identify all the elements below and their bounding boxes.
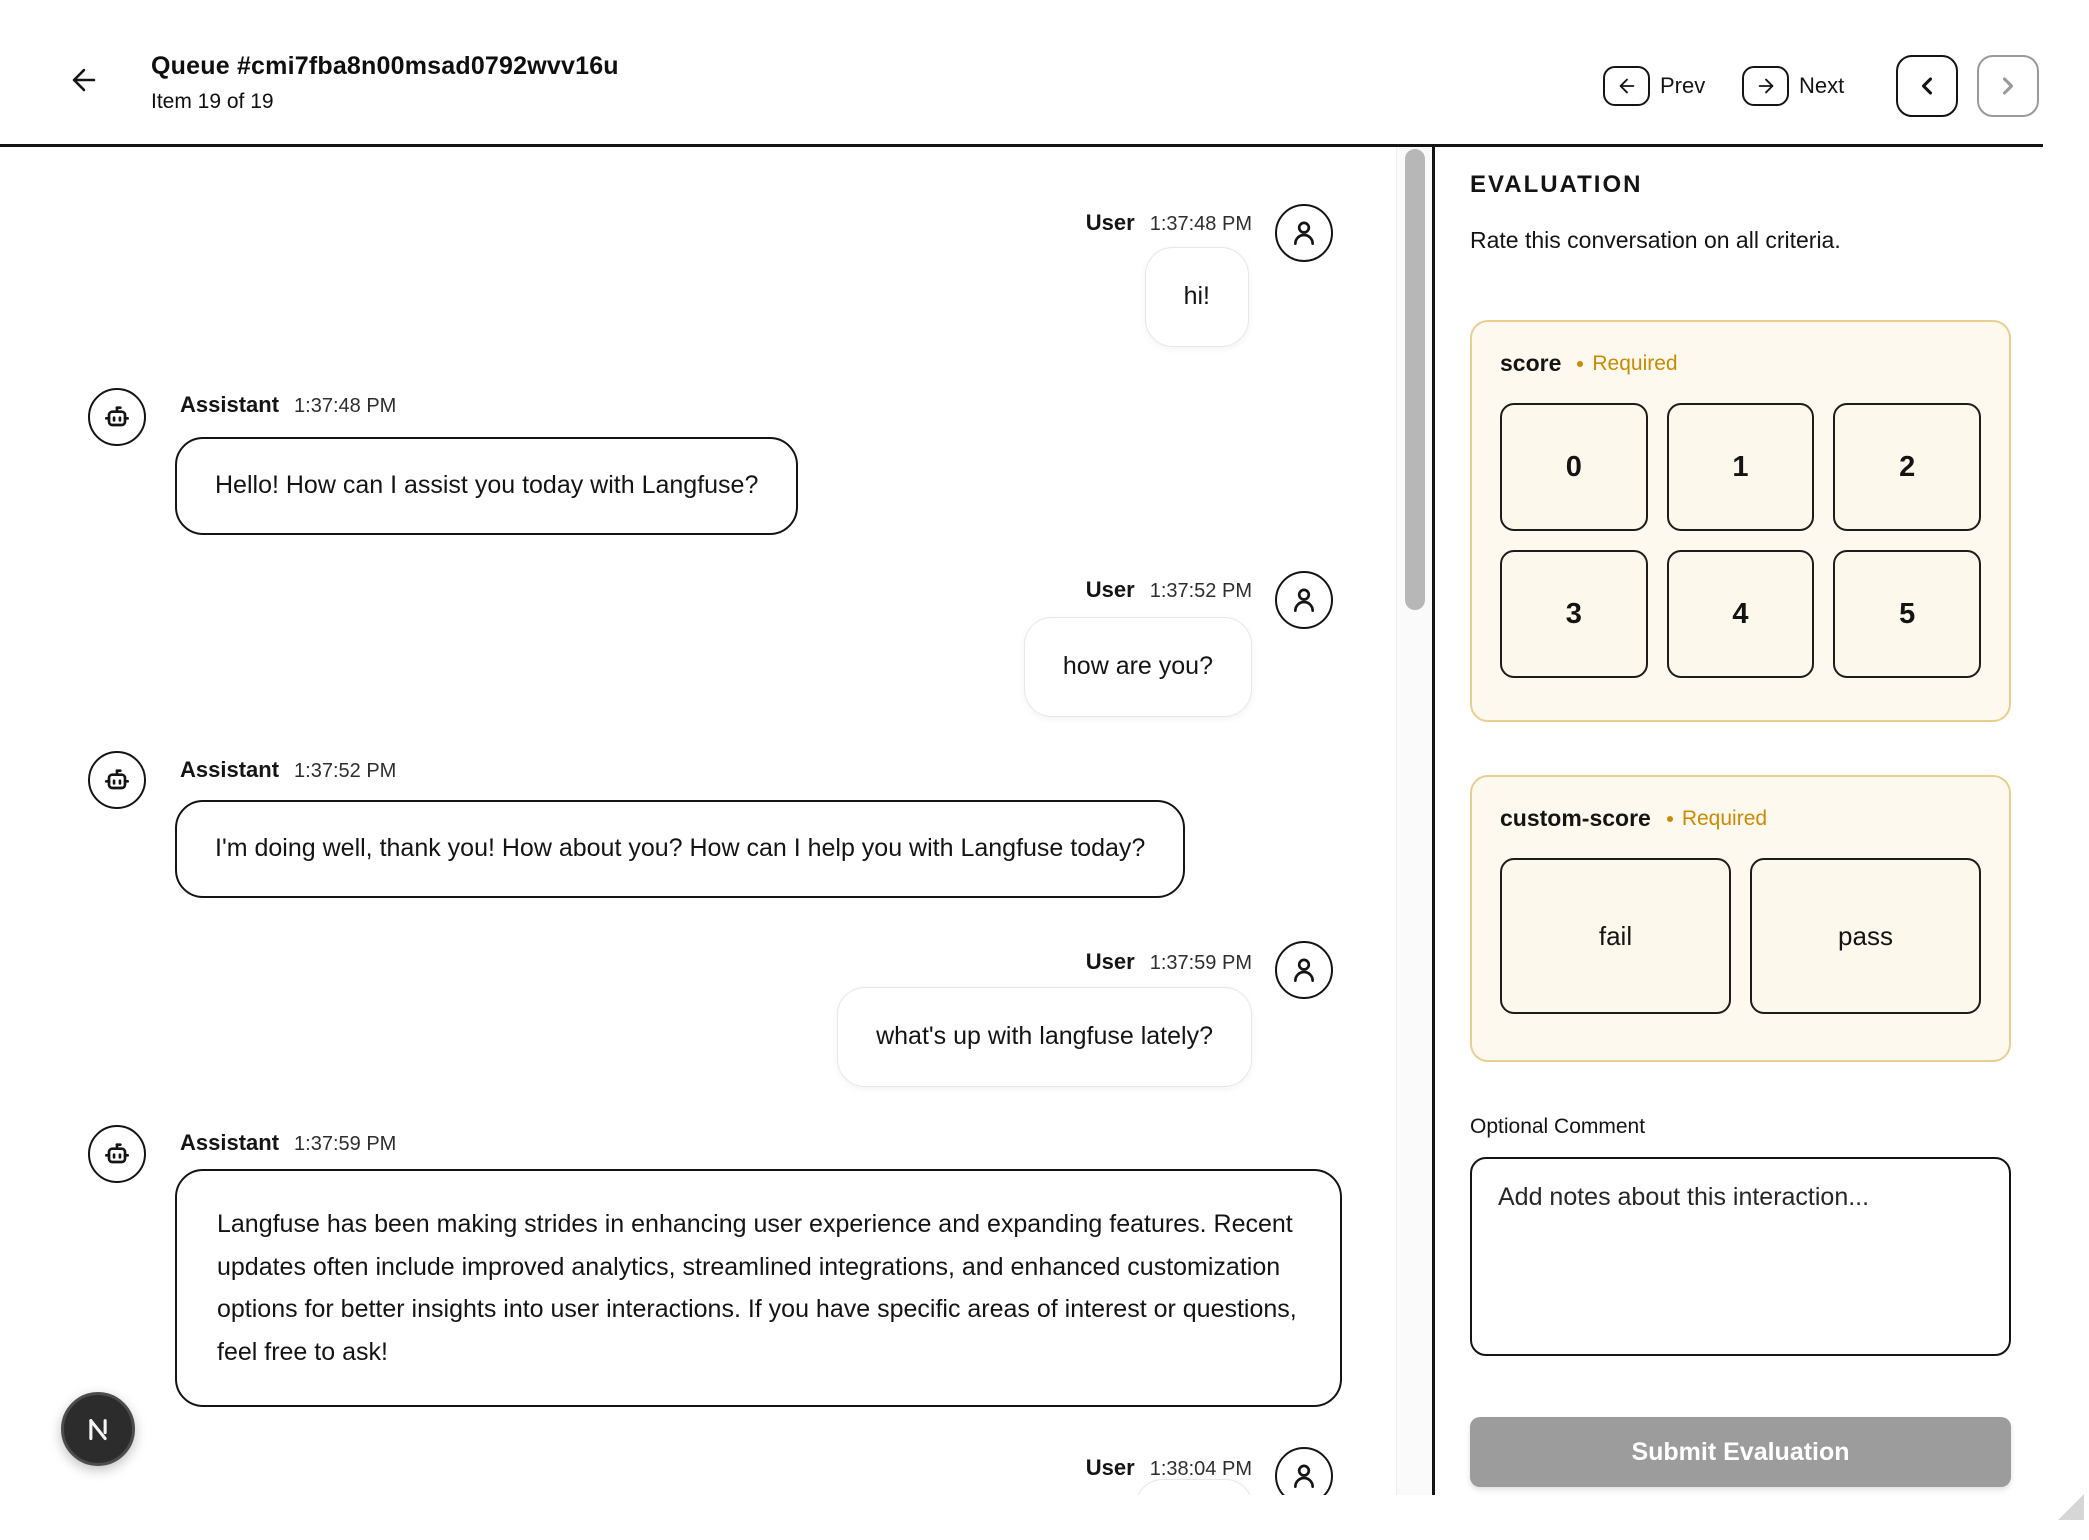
criterion-header: score Required: [1500, 350, 1981, 377]
comment-input[interactable]: [1470, 1157, 2011, 1356]
score-option-3[interactable]: 3: [1500, 550, 1648, 678]
prev-label: Prev: [1660, 73, 1705, 99]
chat-bubble: hi!: [1145, 247, 1249, 347]
custom-score-option-pass[interactable]: pass: [1750, 858, 1981, 1014]
score-option-2[interactable]: 2: [1833, 403, 1981, 531]
chat-bubble: I'm doing well, thank you! How about you…: [175, 800, 1185, 898]
header: Queue #cmi7fba8n00msad0792wvv16u Item 19…: [0, 0, 2089, 147]
avatar: [88, 751, 146, 809]
required-badge: Required: [1667, 807, 1767, 831]
evaluation-panel: EVALUATION Rate this conversation on all…: [1436, 147, 2089, 1495]
criterion-name: score: [1500, 350, 1561, 377]
item-counter: Item 19 of 19: [151, 90, 619, 114]
next-button[interactable]: [1742, 66, 1789, 106]
required-badge: Required: [1577, 352, 1677, 376]
custom-score-option-fail[interactable]: fail: [1500, 858, 1731, 1014]
criterion-card-custom-score: custom-score Required fail pass: [1470, 775, 2011, 1062]
chat-bubble: how are you?: [1024, 617, 1252, 717]
chat-scrollbar-track[interactable]: [1396, 147, 1432, 1495]
avatar: [88, 1125, 146, 1183]
evaluation-heading: EVALUATION: [1470, 171, 1642, 199]
sender-name: Assistant: [180, 757, 279, 783]
pager-previous-button[interactable]: [1896, 55, 1958, 117]
message-meta: User 1:37:52 PM: [1086, 577, 1252, 603]
score-options: 0 1 2 3 4 5: [1500, 403, 1981, 678]
message-meta: Assistant 1:37:59 PM: [180, 1130, 396, 1156]
avatar: [1275, 571, 1333, 629]
chevron-right-icon: [1994, 72, 2022, 100]
required-label: Required: [1592, 352, 1677, 376]
sender-name: User: [1086, 210, 1135, 236]
arrow-right-icon: [1755, 75, 1777, 97]
sender-name: User: [1086, 949, 1135, 975]
submit-evaluation-button[interactable]: Submit Evaluation: [1470, 1417, 2011, 1487]
title-block: Queue #cmi7fba8n00msad0792wvv16u Item 19…: [151, 52, 619, 114]
annotation-queue-page: Queue #cmi7fba8n00msad0792wvv16u Item 19…: [0, 0, 2089, 1540]
score-option-1[interactable]: 1: [1667, 403, 1815, 531]
panel-divider: [1432, 147, 1435, 1495]
chat-bubble: what's up with langfuse lately?: [837, 987, 1252, 1087]
next-nav: Next: [1742, 66, 1844, 106]
criterion-header: custom-score Required: [1500, 805, 1981, 832]
comment-label: Optional Comment: [1470, 1115, 1645, 1139]
timestamp: 1:37:59 PM: [1150, 952, 1252, 975]
prev-nav: Prev: [1603, 66, 1705, 106]
score-option-0[interactable]: 0: [1500, 403, 1648, 531]
user-icon: [1288, 217, 1320, 249]
chat-bubble-clipped: [1135, 1479, 1253, 1495]
avatar: [1275, 1447, 1333, 1495]
prev-button[interactable]: [1603, 66, 1650, 106]
conversation-panel: User 1:37:48 PM hi! Assistant 1:37:48 PM…: [0, 147, 1398, 1495]
sender-name: Assistant: [180, 1130, 279, 1156]
resize-grip-icon[interactable]: [2058, 1494, 2084, 1520]
arrow-left-icon: [1616, 75, 1638, 97]
page-title: Queue #cmi7fba8n00msad0792wvv16u: [151, 52, 619, 81]
required-label: Required: [1682, 807, 1767, 831]
timestamp: 1:37:52 PM: [294, 760, 396, 783]
dot-icon: [1577, 361, 1583, 367]
sender-name: User: [1086, 577, 1135, 603]
timestamp: 1:37:59 PM: [294, 1133, 396, 1156]
criterion-card-score: score Required 0 1 2 3 4 5: [1470, 320, 2011, 722]
evaluation-subheading: Rate this conversation on all criteria.: [1470, 227, 1841, 254]
chat-scrollbar-thumb[interactable]: [1405, 149, 1425, 610]
robot-icon: [101, 1138, 133, 1170]
robot-icon: [101, 401, 133, 433]
avatar: [1275, 204, 1333, 262]
message-meta: Assistant 1:37:48 PM: [180, 392, 396, 418]
score-option-4[interactable]: 4: [1667, 550, 1815, 678]
back-button[interactable]: [62, 58, 106, 102]
chevron-left-icon: [1913, 72, 1941, 100]
user-icon: [1288, 954, 1320, 986]
criterion-name: custom-score: [1500, 805, 1651, 832]
next-label: Next: [1799, 73, 1844, 99]
score-option-5[interactable]: 5: [1833, 550, 1981, 678]
n-logo-icon: [79, 1410, 117, 1448]
user-icon: [1288, 584, 1320, 616]
message-meta: User 1:37:59 PM: [1086, 949, 1252, 975]
timestamp: 1:37:48 PM: [294, 395, 396, 418]
pager-next-button[interactable]: [1977, 55, 2039, 117]
avatar: [88, 388, 146, 446]
timestamp: 1:37:52 PM: [1150, 580, 1252, 603]
robot-icon: [101, 764, 133, 796]
timestamp: 1:38:04 PM: [1150, 1458, 1252, 1481]
custom-score-options: fail pass: [1500, 858, 1981, 1014]
chat-bubble: Hello! How can I assist you today with L…: [175, 437, 798, 535]
avatar: [1275, 941, 1333, 999]
timestamp: 1:37:48 PM: [1150, 213, 1252, 236]
user-icon: [1288, 1460, 1320, 1492]
sender-name: Assistant: [180, 392, 279, 418]
message-meta: Assistant 1:37:52 PM: [180, 757, 396, 783]
message-meta: User 1:37:48 PM: [1086, 210, 1252, 236]
dot-icon: [1667, 816, 1673, 822]
sender-name: User: [1086, 1455, 1135, 1481]
nextjs-dev-badge[interactable]: [61, 1392, 135, 1466]
message-meta: User 1:38:04 PM: [1086, 1455, 1252, 1481]
chat-bubble: Langfuse has been making strides in enha…: [175, 1169, 1342, 1407]
arrow-left-icon: [67, 63, 101, 97]
